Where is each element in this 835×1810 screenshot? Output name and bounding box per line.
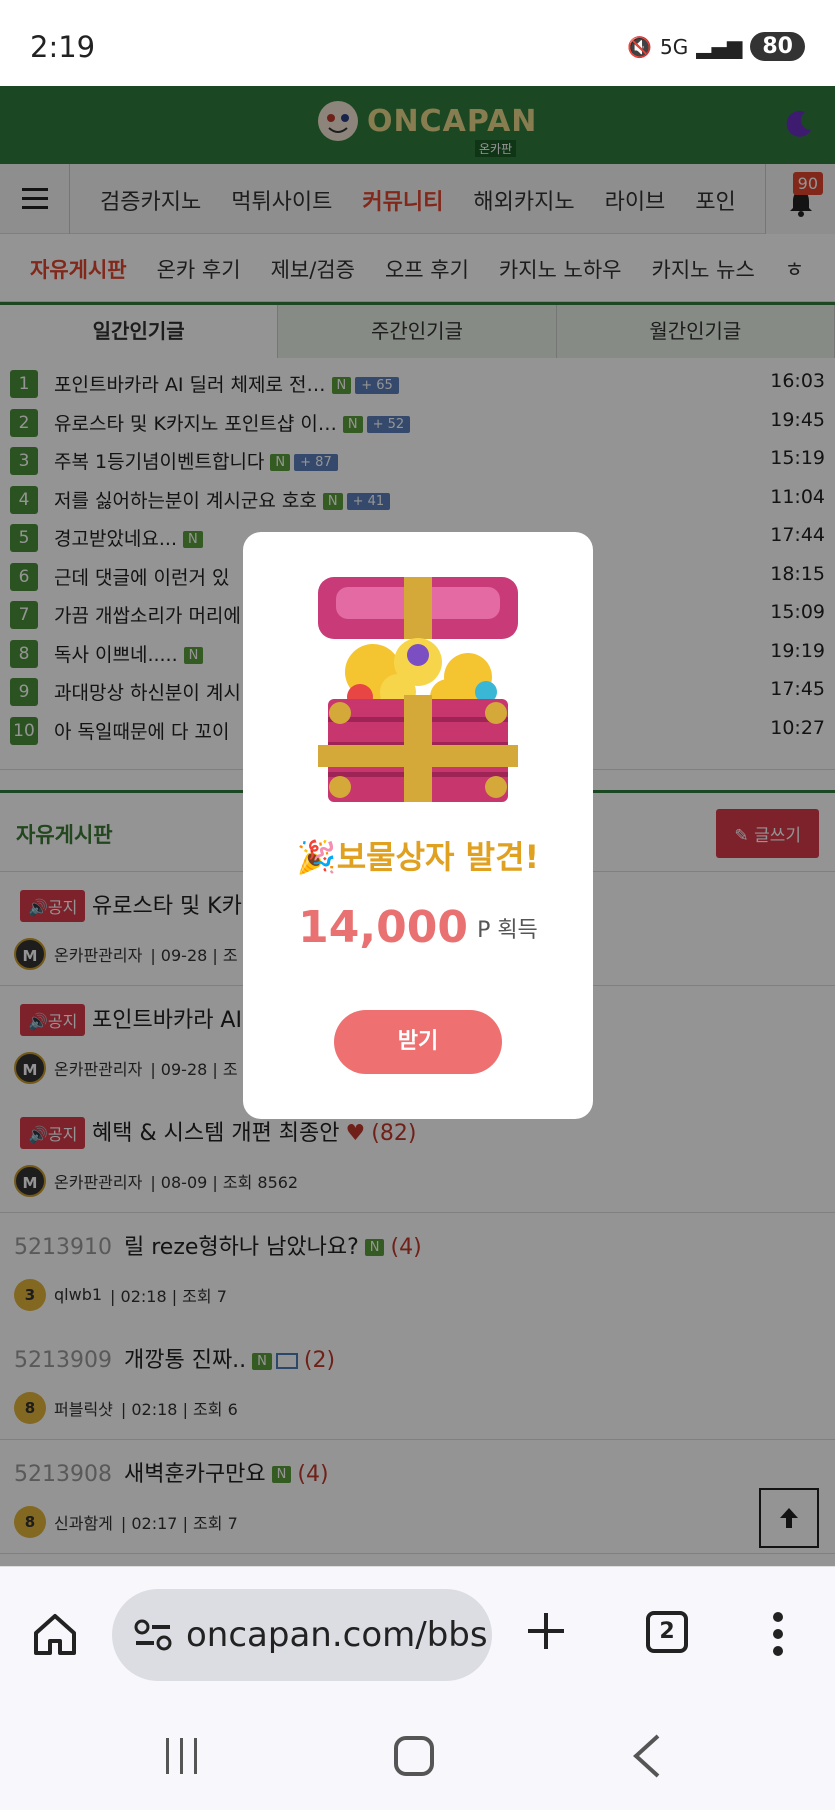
- status-time: 2:19: [30, 30, 96, 64]
- site-settings-icon[interactable]: [134, 1619, 172, 1651]
- status-bar: 2:19 🔇 5G ▂▄▆ 80: [0, 0, 835, 86]
- recent-apps-icon[interactable]: [164, 1738, 200, 1774]
- mute-icon: 🔇: [627, 34, 652, 59]
- more-options-icon[interactable]: [772, 1609, 784, 1659]
- reward-amount-value: 14,000: [298, 902, 468, 953]
- network-label: 5G: [659, 34, 689, 59]
- new-tab-button[interactable]: [526, 1609, 566, 1659]
- reward-amount-unit: P 획득: [477, 917, 538, 943]
- treasure-chest-icon: [318, 577, 518, 802]
- address-bar[interactable]: oncapan.com/bbs: [112, 1589, 492, 1681]
- url-text: oncapan.com/bbs: [186, 1615, 488, 1655]
- browser-toolbar: oncapan.com/bbs 2: [0, 1566, 835, 1704]
- back-icon[interactable]: [632, 1734, 662, 1778]
- system-home-icon[interactable]: [394, 1736, 434, 1776]
- reward-amount: 14,000 P 획득: [243, 902, 593, 953]
- status-icons: 🔇 5G ▂▄▆ 80: [627, 32, 805, 61]
- tab-switcher-button[interactable]: 2: [646, 1611, 688, 1653]
- receive-button[interactable]: 받기: [334, 1010, 502, 1074]
- battery-indicator: 80: [750, 32, 805, 61]
- home-icon[interactable]: [32, 1611, 78, 1657]
- signal-icon: ▂▄▆: [696, 34, 743, 59]
- system-nav-bar: [0, 1704, 835, 1810]
- plus-icon: [528, 1613, 564, 1649]
- treasure-modal: 🎉보물상자 발견! 14,000 P 획득 받기: [243, 532, 593, 1119]
- modal-title: 🎉보물상자 발견!: [296, 838, 540, 876]
